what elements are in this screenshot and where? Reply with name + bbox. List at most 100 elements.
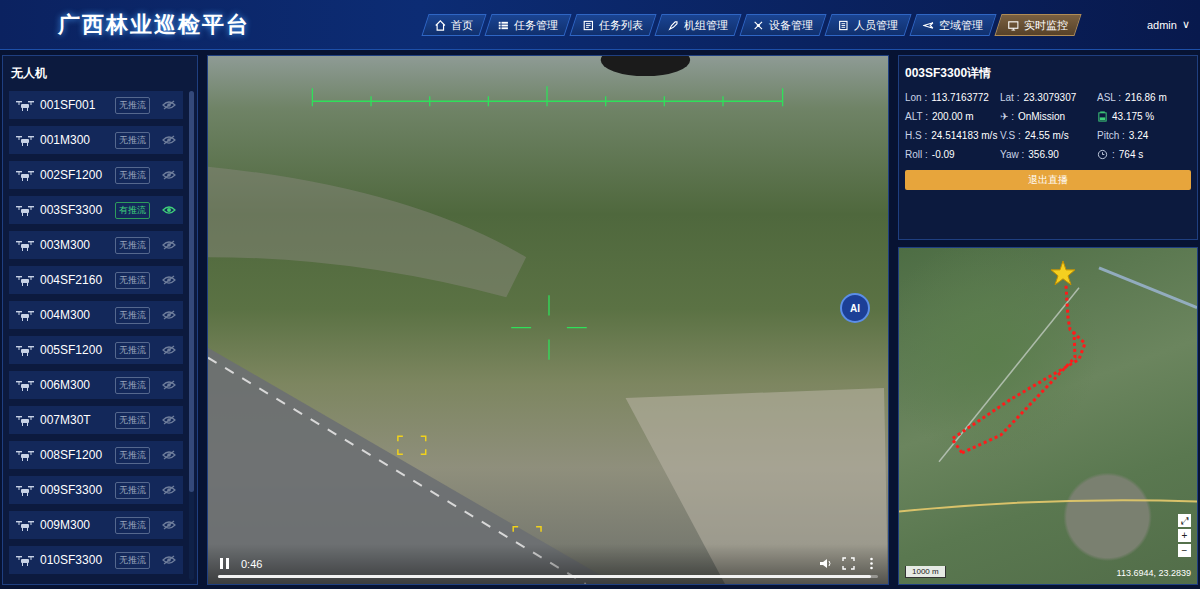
field-value: 24.55 m/s <box>1025 130 1069 141</box>
exit-live-button[interactable]: 退出直播 <box>905 170 1191 190</box>
telemetry-field: :764 s <box>1097 149 1191 160</box>
nav-tab[interactable]: 人员管理 <box>824 14 911 36</box>
drone-name[interactable]: 004SF2160 <box>40 273 109 287</box>
eye-off-icon <box>162 415 176 425</box>
telemetry-field: V.S : 24.55 m/s <box>1000 130 1097 141</box>
drone-icon <box>16 204 34 217</box>
nav-tab[interactable]: 机组管理 <box>654 14 741 36</box>
telemetry-field: Pitch :3.24 <box>1097 130 1191 141</box>
ai-button[interactable]: AI <box>840 293 870 323</box>
nav-tab[interactable]: 实时监控 <box>994 14 1081 36</box>
nav-tab[interactable]: 任务管理 <box>484 14 571 36</box>
airspace-icon <box>923 19 934 30</box>
drone-item[interactable]: 001M300无推流 <box>9 126 183 154</box>
telemetry-field: H.S :24.514183 m/s <box>905 130 1000 141</box>
caret-icon[interactable]: ∨ <box>1182 18 1190 31</box>
nav-tab[interactable]: 设备管理 <box>739 14 826 36</box>
stream-badge: 无推流 <box>115 552 150 569</box>
grid-icon <box>498 19 509 30</box>
fullscreen-button[interactable]: ⤢ <box>1178 514 1191 527</box>
map[interactable]: ⤢+−1000 m113.6944, 23.2839 <box>898 247 1198 585</box>
drone-icon <box>16 134 34 147</box>
drone-icon <box>16 379 34 392</box>
drone-name[interactable]: 006M300 <box>40 378 109 392</box>
drone-name[interactable]: 008SF1200 <box>40 448 109 462</box>
volume-icon[interactable] <box>819 557 832 570</box>
drone-icon <box>16 99 34 112</box>
fullscreen-icon[interactable] <box>842 557 855 570</box>
drone-item[interactable]: 008SF1200无推流 <box>9 441 183 469</box>
nav-tab[interactable]: 空域管理 <box>909 14 996 36</box>
nav-tab[interactable]: 任务列表 <box>569 14 656 36</box>
eye-off-icon <box>162 380 176 390</box>
drone-item[interactable]: 004SF2160无推流 <box>9 266 183 294</box>
drone-name[interactable]: 009SF3300 <box>40 483 109 497</box>
drone-item[interactable]: 003M300无推流 <box>9 231 183 259</box>
zoom-in-button[interactable]: + <box>1178 529 1191 542</box>
drone-name[interactable]: 007M30T <box>40 413 109 427</box>
field-value: -0.09 <box>932 149 955 160</box>
drone-icon <box>16 484 34 497</box>
eye-icon <box>162 205 176 215</box>
drone-name[interactable]: 005SF1200 <box>40 343 109 357</box>
nav-tab[interactable]: 首页 <box>421 14 486 36</box>
drone-item[interactable]: 009SF3300无推流 <box>9 476 183 504</box>
drone-name[interactable]: 001SF001 <box>40 98 109 112</box>
drone-icon <box>16 309 34 322</box>
drone-item[interactable]: 003SF3300有推流 <box>9 196 183 224</box>
stream-badge: 无推流 <box>115 342 150 359</box>
field-value: 43.175 % <box>1112 111 1154 122</box>
drone-item[interactable]: 004M300无推流 <box>9 301 183 329</box>
pause-icon[interactable] <box>218 557 231 570</box>
nav-label: 设备管理 <box>769 17 813 32</box>
user-name[interactable]: admin <box>1147 19 1177 31</box>
drone-name[interactable]: 009M300 <box>40 518 109 532</box>
nav-label: 空域管理 <box>939 17 983 32</box>
drone-item[interactable]: 006M300无推流 <box>9 371 183 399</box>
drone-icon <box>16 519 34 532</box>
more-icon[interactable] <box>865 557 878 570</box>
drone-item[interactable]: 002SF1200无推流 <box>9 161 183 189</box>
drone-name[interactable]: 004M300 <box>40 308 109 322</box>
user-menu[interactable]: admin ∨ <box>1147 18 1190 31</box>
field-label: V.S : <box>1000 130 1021 141</box>
drone-icon <box>16 239 34 252</box>
video-player[interactable]: AI0:46 <box>207 55 889 585</box>
field-value: 200.00 m <box>932 111 974 122</box>
drone-name[interactable]: 003SF3300 <box>40 203 109 217</box>
panel-title: 无人机 <box>3 56 197 91</box>
drone-item[interactable]: 001SF001无推流 <box>9 91 183 119</box>
field-value: OnMission <box>1018 111 1065 122</box>
field-value: 356.90 <box>1028 149 1059 160</box>
nav-label: 机组管理 <box>684 17 728 32</box>
flight-route <box>899 248 1197 584</box>
field-label: Roll : <box>905 149 928 160</box>
drone-name[interactable]: 002SF1200 <box>40 168 109 182</box>
drone-name[interactable]: 001M300 <box>40 133 109 147</box>
eye-off-icon <box>162 555 176 565</box>
scale-bar: 1000 m <box>905 566 946 578</box>
drone-name[interactable]: 003M300 <box>40 238 109 252</box>
app-title: 广西林业巡检平台 <box>0 10 425 40</box>
field-label: ALT : <box>905 111 928 122</box>
drone-item[interactable]: 005SF1200 无推流 <box>9 336 183 364</box>
scroll-thumb[interactable] <box>189 91 194 492</box>
drone-panel: 无人机001SF001无推流001M300无推流002SF1200无推流003S… <box>2 55 198 585</box>
progress-track[interactable] <box>218 575 878 578</box>
drone-item[interactable]: 010SF3300 无推流 <box>9 546 183 574</box>
field-label: Pitch : <box>1097 130 1125 141</box>
drone-icon <box>16 344 34 357</box>
device-icon <box>753 19 764 30</box>
drone-item[interactable]: 007M30T无推流 <box>9 406 183 434</box>
eye-off-icon <box>162 240 176 250</box>
monitor-icon <box>1008 19 1019 30</box>
header: 广西林业巡检平台首页任务管理 任务列表 机组管理 设备管理人员管理 空域管理实时监控 ad… <box>0 0 1200 50</box>
zoom-out-button[interactable]: − <box>1178 544 1191 557</box>
scrollbar[interactable] <box>189 91 194 580</box>
drone-item[interactable]: 009M300无推流 <box>9 511 183 539</box>
progress-fill <box>218 575 871 578</box>
drone-name[interactable]: 010SF3300 <box>40 553 109 567</box>
nav-label: 任务列表 <box>599 17 643 32</box>
eye-off-icon <box>162 310 176 320</box>
eye-off-icon <box>162 100 176 110</box>
